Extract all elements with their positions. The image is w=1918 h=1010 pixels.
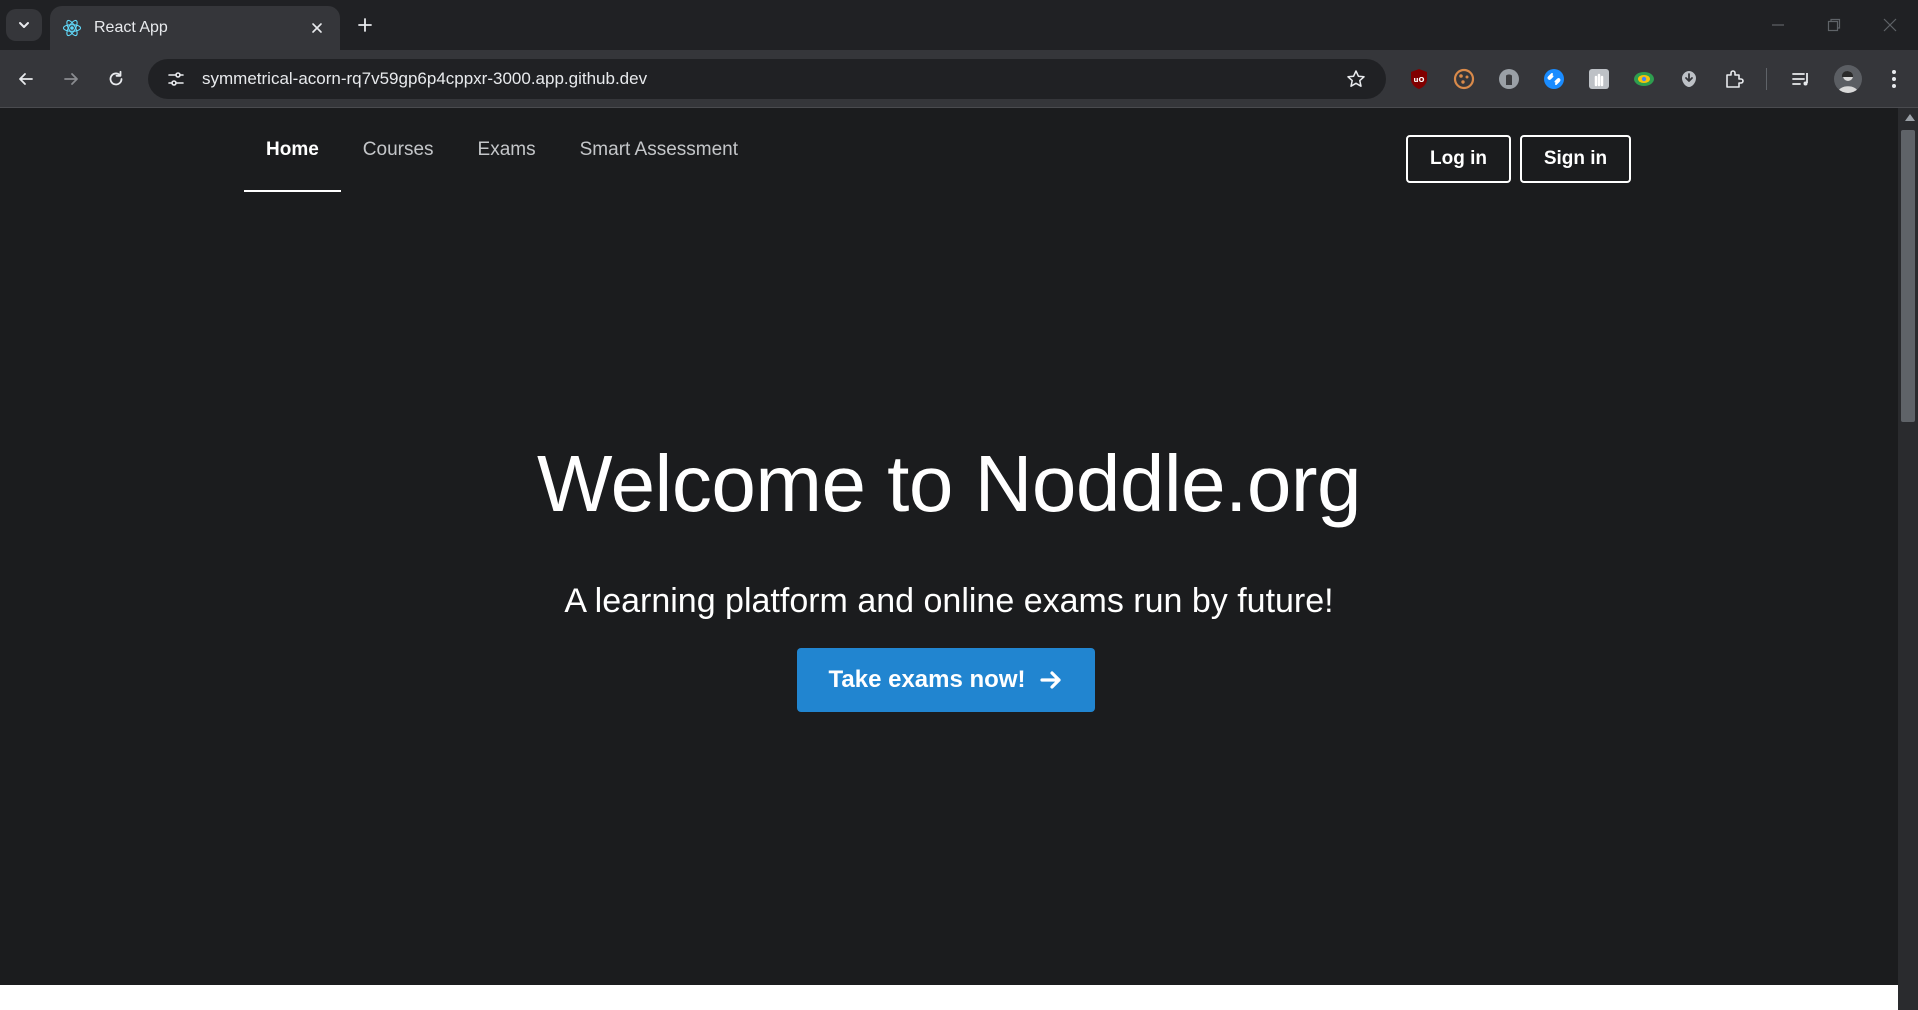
shazam-extension[interactable] xyxy=(1542,67,1566,91)
address-bar[interactable]: symmetrical-acorn-rq7v59gp6p4cppxr-3000.… xyxy=(148,59,1386,99)
ghost-icon xyxy=(1499,69,1519,89)
hero-subtitle: A learning platform and online exams run… xyxy=(564,582,1334,620)
take-exams-label: Take exams now! xyxy=(828,666,1026,693)
arrow-right-icon xyxy=(1039,668,1063,692)
cookie-extension[interactable] xyxy=(1452,67,1476,91)
arrow-left-icon xyxy=(19,73,33,85)
chevron-down-icon xyxy=(19,22,29,28)
tune-icon xyxy=(168,72,184,86)
take-exams-button[interactable]: Take exams now! xyxy=(797,648,1095,712)
extensions-menu-button[interactable] xyxy=(1722,67,1746,91)
page-content: Home Courses Exams Smart Assessment Log … xyxy=(0,108,1898,985)
browser-tab-bar: React App xyxy=(0,0,1918,50)
login-button[interactable]: Log in xyxy=(1406,135,1511,183)
ublock-icon: uO xyxy=(1411,69,1427,89)
close-icon xyxy=(312,23,322,33)
reload-button[interactable] xyxy=(99,62,133,96)
react-logo-icon xyxy=(62,19,82,37)
more-vertical-icon xyxy=(1892,70,1896,88)
hand-extension[interactable] xyxy=(1587,67,1611,91)
playlist-icon xyxy=(1792,73,1808,86)
main-nav: Home Courses Exams Smart Assessment xyxy=(244,108,760,192)
footer-strip xyxy=(0,985,1898,1010)
minimize-icon xyxy=(1772,24,1784,26)
nav-item-home[interactable]: Home xyxy=(244,108,341,192)
nav-item-smart-assessment[interactable]: Smart Assessment xyxy=(558,108,760,192)
close-icon xyxy=(1883,18,1897,32)
back-button[interactable] xyxy=(9,62,43,96)
window-close-button[interactable] xyxy=(1862,0,1918,50)
restore-button[interactable] xyxy=(1806,0,1862,50)
browser-tab[interactable]: React App xyxy=(50,6,340,50)
site-info-button[interactable] xyxy=(156,59,196,99)
hero-title: Welcome to Noddle.org xyxy=(537,439,1362,528)
toolbar-separator xyxy=(1766,68,1767,90)
nav-item-exams[interactable]: Exams xyxy=(456,108,558,192)
ghost-extension[interactable] xyxy=(1497,67,1521,91)
star-icon xyxy=(1347,70,1365,87)
svg-text:uO: uO xyxy=(1414,76,1425,84)
tab-search-button[interactable] xyxy=(6,9,42,41)
signin-button[interactable]: Sign in xyxy=(1520,135,1631,183)
ublock-extension[interactable]: uO xyxy=(1407,67,1431,91)
browser-menu-button[interactable] xyxy=(1882,67,1906,91)
tab-title: React App xyxy=(94,19,168,36)
arrow-right-icon xyxy=(64,73,78,85)
avatar-icon xyxy=(1838,71,1858,93)
scrollbar-thumb[interactable] xyxy=(1901,130,1915,422)
bookmark-button[interactable] xyxy=(1336,59,1376,99)
scroll-up-arrow[interactable] xyxy=(1905,114,1915,121)
tab-close-button[interactable] xyxy=(306,17,328,39)
restore-icon xyxy=(1827,18,1841,32)
plus-icon xyxy=(358,18,372,32)
hand-icon xyxy=(1589,69,1609,89)
nav-item-courses[interactable]: Courses xyxy=(341,108,456,192)
cookie-icon xyxy=(1453,68,1475,90)
reload-icon xyxy=(109,70,123,86)
color-icon xyxy=(1634,72,1654,86)
download-extension[interactable] xyxy=(1677,67,1701,91)
new-tab-button[interactable] xyxy=(350,10,380,40)
url-text[interactable]: symmetrical-acorn-rq7v59gp6p4cppxr-3000.… xyxy=(202,69,1336,89)
minimize-button[interactable] xyxy=(1750,0,1806,50)
color-extension[interactable] xyxy=(1632,67,1656,91)
puzzle-icon xyxy=(1726,70,1744,88)
media-control-button[interactable] xyxy=(1789,67,1813,91)
download-icon xyxy=(1682,71,1696,87)
profile-avatar[interactable] xyxy=(1834,65,1862,93)
shazam-icon xyxy=(1544,69,1564,89)
browser-toolbar: symmetrical-acorn-rq7v59gp6p4cppxr-3000.… xyxy=(0,50,1918,108)
forward-button[interactable] xyxy=(54,62,88,96)
